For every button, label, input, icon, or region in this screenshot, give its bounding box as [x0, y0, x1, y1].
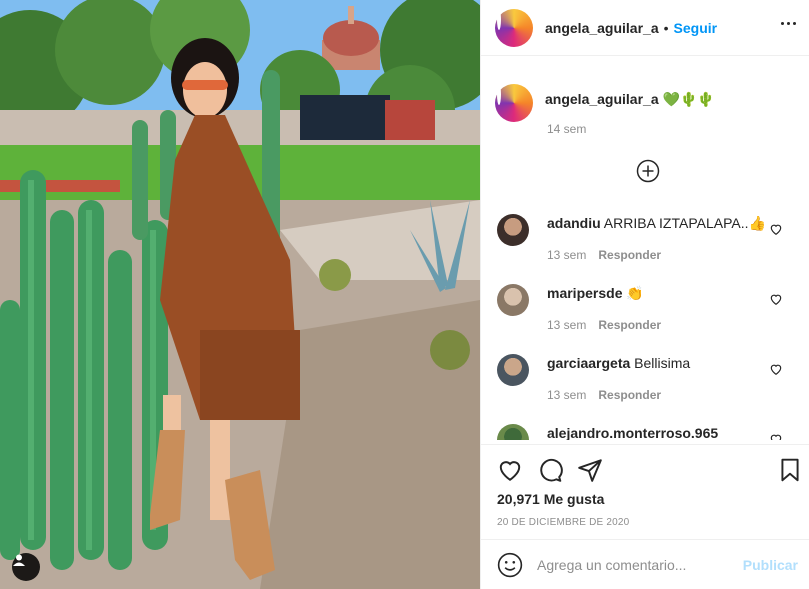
comment-avatar[interactable]	[497, 354, 529, 386]
comment-meta: 13 sem Responder	[547, 248, 661, 262]
comment-text: maripersde 👏	[547, 285, 777, 302]
comment-icon[interactable]	[537, 457, 563, 483]
bookmark-icon[interactable]	[777, 457, 803, 483]
author-username[interactable]: angela_aguilar_a	[545, 20, 659, 36]
comment-list[interactable]: adandiu ARRIBA IZTAPALAPA..👍 13 sem Respo…	[481, 200, 809, 440]
more-horizontal-icon[interactable]	[781, 22, 796, 25]
caption-body: 💚🌵🌵	[662, 91, 715, 107]
separator-dot: •	[663, 19, 669, 36]
heart-icon[interactable]	[769, 292, 783, 306]
comment-time[interactable]: 13 sem	[547, 388, 586, 402]
reply-button[interactable]: Responder	[598, 248, 661, 262]
publish-button[interactable]: Publicar	[743, 557, 798, 573]
reply-button[interactable]: Responder	[598, 388, 661, 402]
comment-body: ARRIBA IZTAPALAPA..👍	[603, 215, 766, 231]
comment-avatar[interactable]	[497, 214, 529, 246]
heart-icon[interactable]	[769, 362, 783, 376]
comment-avatar[interactable]	[497, 284, 529, 316]
author-avatar[interactable]	[495, 8, 533, 47]
photo-illustration	[0, 0, 480, 589]
post-header: angela_aguilar_a • Seguir	[481, 0, 809, 56]
comment-text: alejandro.monterroso.965	[547, 425, 777, 440]
heart-icon[interactable]	[769, 432, 783, 440]
post-caption: angela_aguilar_a 💚🌵🌵 14 sem	[495, 84, 795, 136]
comment-meta: 13 sem Responder	[547, 388, 661, 402]
caption-username[interactable]: angela_aguilar_a	[545, 91, 659, 107]
post-photo[interactable]	[0, 0, 480, 589]
comment-body: 👏	[626, 285, 644, 301]
plus-circle-icon[interactable]	[636, 159, 660, 183]
post-side-panel: angela_aguilar_a • Seguir angela_aguilar…	[480, 0, 809, 589]
caption-time[interactable]: 14 sem	[547, 122, 586, 136]
follow-button[interactable]: Seguir	[674, 20, 718, 36]
heart-icon[interactable]	[497, 457, 523, 483]
comment-username[interactable]: adandiu	[547, 215, 601, 231]
share-icon[interactable]	[577, 457, 603, 483]
user-icon	[13, 554, 25, 566]
comment-text: garciaargeta Bellisima	[547, 355, 777, 371]
heart-icon[interactable]	[769, 222, 783, 236]
comment-meta: 13 sem Responder	[547, 318, 661, 332]
comment-username[interactable]: maripersde	[547, 285, 622, 301]
reply-button[interactable]: Responder	[598, 318, 661, 332]
comment-time[interactable]: 13 sem	[547, 248, 586, 262]
tagged-user-button[interactable]	[12, 553, 40, 581]
emoji-icon[interactable]	[497, 552, 523, 578]
post-date[interactable]: 20 de diciembre de 2020	[497, 517, 629, 528]
add-comment-bar: Publicar	[481, 539, 809, 589]
comment-input[interactable]	[537, 556, 737, 573]
likes-count[interactable]: 20,971 Me gusta	[497, 491, 604, 507]
comment-text: adandiu ARRIBA IZTAPALAPA..👍	[547, 215, 777, 232]
comment-username[interactable]: alejandro.monterroso.965	[547, 425, 718, 440]
comment-username[interactable]: garciaargeta	[547, 355, 630, 371]
comment-time[interactable]: 13 sem	[547, 318, 586, 332]
caption-avatar[interactable]	[495, 84, 533, 122]
comment-body: Bellisima	[634, 355, 691, 371]
caption-text: angela_aguilar_a 💚🌵🌵	[545, 91, 715, 108]
comment-avatar[interactable]	[497, 424, 529, 440]
post-actions: 20,971 Me gusta 20 de diciembre de 2020	[481, 444, 809, 540]
